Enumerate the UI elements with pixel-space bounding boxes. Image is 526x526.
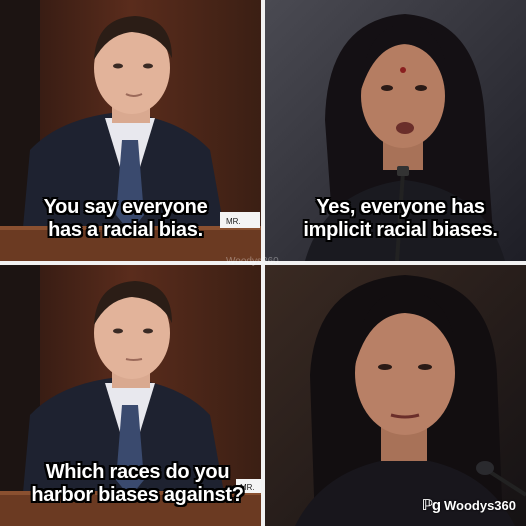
caption-line: has a racial bias. <box>48 219 203 241</box>
center-watermark: Woodys360 <box>226 256 279 267</box>
caption-line: Which races do you <box>45 461 230 483</box>
caption-line: Yes, everyone has <box>316 196 485 218</box>
panel-top-right: Yes, everyone has implicit racial biases… <box>265 0 526 261</box>
panel-bottom-right: ℙg Woodys360 <box>265 265 526 526</box>
caption-line: You say everyone <box>43 196 208 218</box>
panel-top-left: MR. You say everyone has a racial bias. <box>0 0 261 261</box>
caption-line: harbor biases against? <box>31 484 244 506</box>
woodys360-watermark: ℙg Woodys360 <box>422 496 516 514</box>
meme-grid: MR. You say everyone has a racial bias. <box>0 0 526 526</box>
watermark-text: Woodys360 <box>443 497 516 513</box>
panel-bottom-left: MR. Which races do you harbor biases aga… <box>0 265 261 526</box>
caption-bottom-left: Which races do you harbor biases against… <box>14 461 261 507</box>
caption-top-left: You say everyone has a racial bias. <box>10 196 241 242</box>
woodys360-logo-icon: ℙg <box>421 497 441 514</box>
caption-line: implicit racial biases. <box>303 219 498 241</box>
caption-top-right: Yes, everyone has implicit racial biases… <box>275 196 526 242</box>
woman-silent-image <box>265 265 526 526</box>
